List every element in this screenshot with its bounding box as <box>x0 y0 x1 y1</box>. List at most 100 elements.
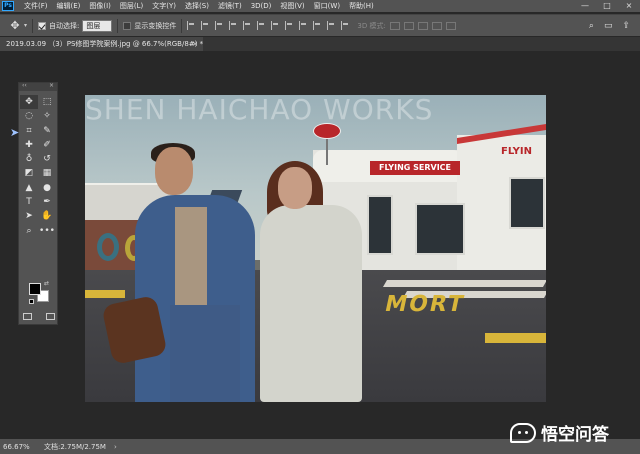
photo-door <box>367 195 393 255</box>
dodge-tool-icon[interactable]: ● <box>38 181 56 195</box>
blur-tool-icon[interactable]: ▲ <box>20 181 38 195</box>
menu-layer[interactable]: 图层(L) <box>120 1 143 11</box>
photoshop-window: Ps 文件(F) 编辑(E) 图像(I) 图层(L) 文字(Y) 选择(S) 滤… <box>0 0 640 454</box>
path-select-tool-icon[interactable]: ➤ <box>20 209 38 223</box>
window-controls: — □ × <box>574 0 640 12</box>
document-tab-bar: 2019.03.09 （3）PS修图学院案例.jpg @ 66.7%(RGB/8… <box>0 37 640 51</box>
healing-tool-icon[interactable]: ✚ <box>20 138 38 152</box>
brush-tool-icon[interactable]: ✐ <box>38 138 56 152</box>
swap-colors-icon[interactable]: ⇄ <box>44 280 49 287</box>
workspace-icon[interactable]: ▭ <box>604 21 613 31</box>
magic-wand-tool-icon[interactable]: ✧ <box>38 109 56 123</box>
close-panel-icon[interactable]: × <box>49 82 54 89</box>
align-bottom-icon[interactable] <box>257 21 265 30</box>
menu-edit[interactable]: 编辑(E) <box>57 1 81 11</box>
divider <box>32 18 34 33</box>
lasso-tool-icon[interactable]: ◌ <box>20 109 38 123</box>
align-middle-icon[interactable] <box>243 21 251 30</box>
photo-tire <box>97 233 119 261</box>
show-transform-label: 显示变换控件 <box>134 21 177 30</box>
type-tool-icon[interactable]: T <box>20 195 38 209</box>
foreground-color-swatch[interactable] <box>29 283 41 295</box>
more-tools-icon[interactable]: ••• <box>38 224 56 238</box>
menu-file[interactable]: 文件(F) <box>24 1 48 11</box>
pan-3d-icon <box>417 21 428 30</box>
quick-mask-icon[interactable] <box>23 313 32 320</box>
chevron-down-icon[interactable]: ▾ <box>24 22 27 29</box>
distribute-center-icon[interactable] <box>327 21 335 30</box>
tool-grid: ✥ ⬚ ◌ ✧ ⌗ ✎ ✚ ✐ ♁ ↺ ◩ ▦ ▲ ● T ✒ ➤ ✋ ⌕ ••• <box>19 95 57 238</box>
move-tool-icon[interactable]: ✥ <box>20 95 38 110</box>
distribute-left-icon[interactable] <box>313 21 321 30</box>
auto-select-label: 自动选择: <box>49 21 80 30</box>
menu-image[interactable]: 图像(I) <box>89 1 111 11</box>
menu-window[interactable]: 窗口(W) <box>314 1 340 11</box>
collapse-icon[interactable]: ‹‹ <box>22 82 27 89</box>
photo-sign-disc <box>313 123 341 139</box>
menu-filter[interactable]: 滤镜(T) <box>218 1 242 11</box>
close-tab-icon[interactable]: × <box>192 37 198 51</box>
photo-woman-coat <box>260 205 362 402</box>
pen-tool-icon[interactable]: ✒ <box>38 195 56 209</box>
menu-view[interactable]: 视图(V) <box>280 1 304 11</box>
color-swatches: ⇄ <box>29 280 53 305</box>
photo-sign-flying-service: FLYING SERVICE <box>370 161 460 175</box>
crop-tool-icon[interactable]: ⌗ <box>20 124 38 138</box>
brand-text: 悟空问答 <box>541 425 609 445</box>
align-left-icon[interactable] <box>187 21 195 30</box>
photo-road-marking <box>485 333 546 343</box>
menu-bar: Ps 文件(F) 编辑(E) 图像(I) 图层(L) 文字(Y) 选择(S) 滤… <box>0 0 640 12</box>
marquee-tool-icon[interactable]: ⬚ <box>38 95 56 109</box>
document-tab[interactable]: 2019.03.09 （3）PS修图学院案例.jpg @ 66.7%(RGB/8… <box>0 37 203 51</box>
align-center-h-icon[interactable] <box>201 21 209 30</box>
document-canvas[interactable]: SHEN HAICHAO WORKS FLYING SERVICE FLYIN … <box>85 95 546 402</box>
screen-mode-icon[interactable] <box>46 313 55 320</box>
zoom-tool-icon[interactable]: ⌕ <box>20 224 38 238</box>
minimize-button[interactable]: — <box>574 0 596 12</box>
options-bar: ✥ ▾ 自动选择: 图层 显示变换控件 3D 模式: ⌕ ▭ ⇪ <box>0 14 640 36</box>
close-window-button[interactable]: × <box>618 0 640 12</box>
tools-panel: ‹‹ × ✥ ⬚ ◌ ✧ ⌗ ✎ ✚ ✐ ♁ ↺ ◩ ▦ ▲ ● T ✒ ➤ ✋ ⌕ ••• ⇄ <box>18 82 58 325</box>
stamp-tool-icon[interactable]: ♁ <box>20 152 38 166</box>
eraser-tool-icon[interactable]: ◩ <box>20 166 38 180</box>
share-icon[interactable]: ⇪ <box>622 21 630 31</box>
roll-3d-icon <box>403 21 414 30</box>
default-colors-icon[interactable] <box>29 299 34 304</box>
status-menu-icon[interactable]: › <box>114 443 117 451</box>
mode-3d-label: 3D 模式: <box>357 21 386 30</box>
menu-help[interactable]: 帮助(H) <box>349 1 374 11</box>
align-buttons <box>187 21 349 30</box>
slide-3d-icon <box>431 21 442 30</box>
auto-select-dropdown[interactable]: 图层 <box>82 19 113 32</box>
show-transform-checkbox[interactable] <box>123 21 132 30</box>
zoom-level[interactable]: 66.67% <box>0 443 30 451</box>
photo-road-text: MORT <box>382 292 468 317</box>
chat-bubble-icon <box>510 422 536 443</box>
distribute-bottom-icon[interactable] <box>299 21 307 30</box>
eyedropper-tool-icon[interactable]: ✎ <box>38 124 56 138</box>
auto-select-checkbox[interactable] <box>38 21 47 30</box>
history-brush-tool-icon[interactable]: ↺ <box>38 152 56 166</box>
menu-type[interactable]: 文字(Y) <box>152 1 176 11</box>
mouse-cursor-icon: ➤ <box>10 126 20 139</box>
maximize-button[interactable]: □ <box>596 0 618 12</box>
divider <box>117 18 119 33</box>
gradient-tool-icon[interactable]: ▦ <box>38 166 56 180</box>
distribute-middle-icon[interactable] <box>285 21 293 30</box>
hand-tool-icon[interactable]: ✋ <box>38 209 56 223</box>
tools-panel-header[interactable]: ‹‹ × <box>19 82 57 91</box>
move-tool-preset-icon[interactable]: ✥ <box>8 19 22 33</box>
orbit-3d-icon <box>389 21 400 30</box>
photo-window <box>415 203 465 255</box>
align-top-icon[interactable] <box>229 21 237 30</box>
distribute-right-icon[interactable] <box>341 21 349 30</box>
align-right-icon[interactable] <box>215 21 223 30</box>
photo-woman-head <box>278 167 312 209</box>
distribute-top-icon[interactable] <box>271 21 279 30</box>
photoshop-logo-icon: Ps <box>2 1 14 11</box>
menu-3d[interactable]: 3D(D) <box>251 2 272 10</box>
tools-footer <box>23 313 55 320</box>
menu-select[interactable]: 选择(S) <box>185 1 209 11</box>
search-icon[interactable]: ⌕ <box>589 21 594 31</box>
photo-man-pants <box>170 305 240 402</box>
